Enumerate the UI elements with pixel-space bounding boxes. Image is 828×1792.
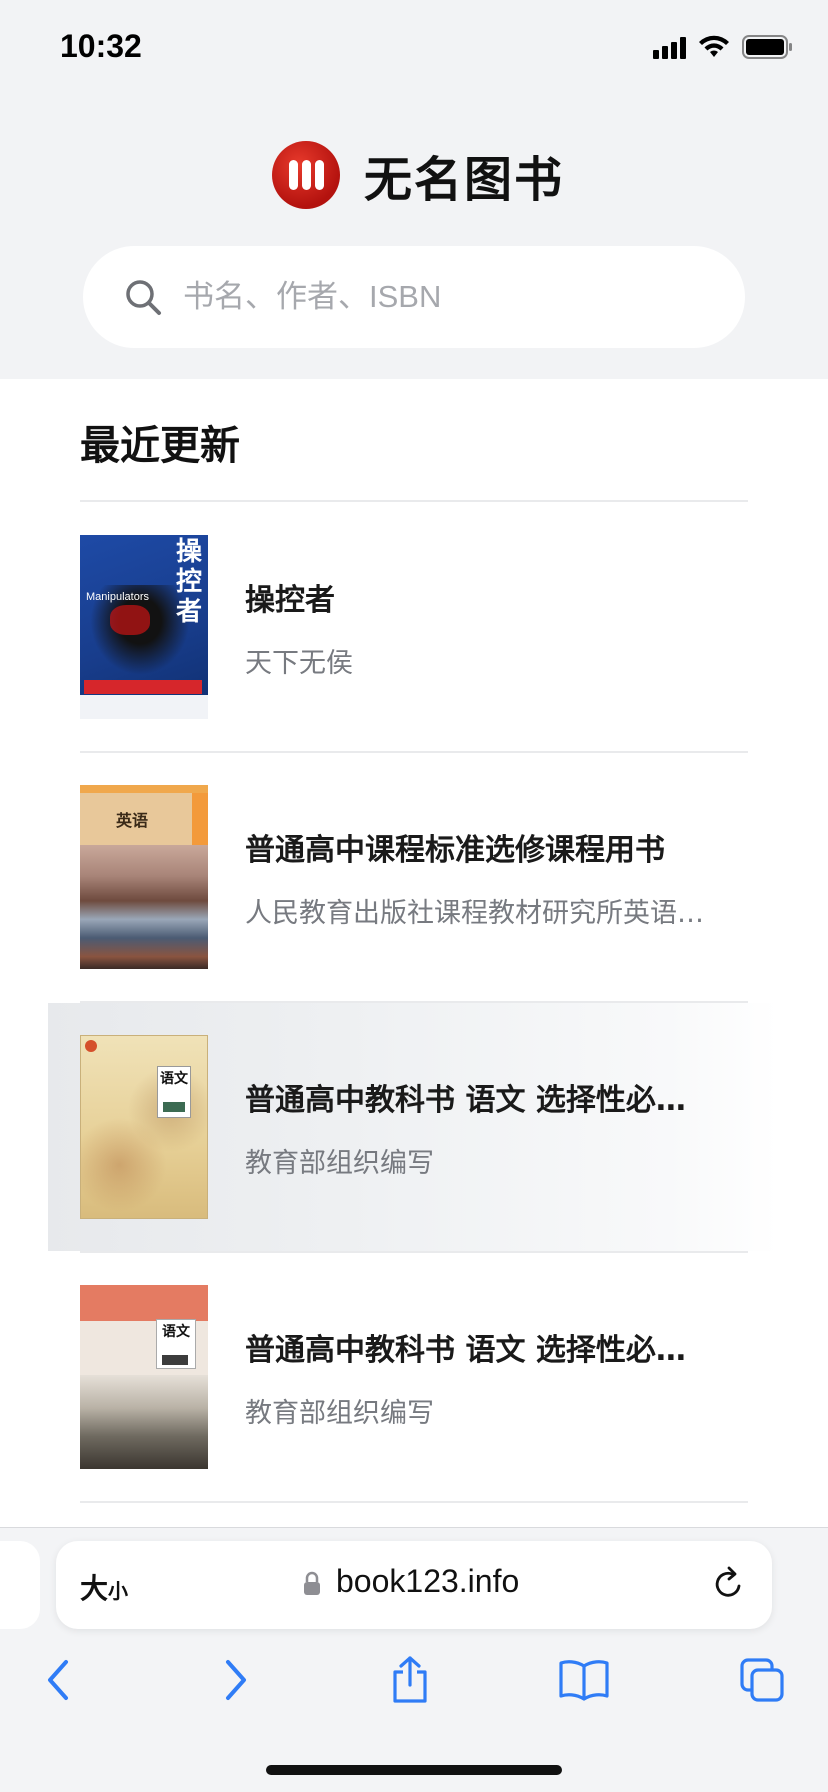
tabs-icon	[740, 1658, 784, 1702]
book-author: 教育部组织编写	[245, 1397, 434, 1429]
status-bar: 10:32	[0, 0, 828, 100]
divider	[80, 1501, 748, 1503]
book-author: 人民教育出版社课程教材研究所英语…	[245, 897, 704, 929]
status-icons	[653, 34, 794, 60]
url-text[interactable]: book123.info	[336, 1563, 519, 1600]
search-icon	[126, 280, 161, 315]
book-title: 普通高中课程标准选修课程用书	[245, 832, 665, 868]
book-title: 普通高中教科书 语文 选择性必…	[245, 1332, 686, 1368]
previous-tab-preview[interactable]	[0, 1541, 40, 1629]
search-box[interactable]	[83, 246, 745, 348]
book-author: 教育部组织编写	[245, 1147, 434, 1179]
share-button[interactable]	[380, 1650, 440, 1710]
bookmarks-button[interactable]	[554, 1650, 614, 1710]
brand[interactable]: 无名图书	[272, 140, 564, 210]
address-bar[interactable]: 大小 book123.info	[56, 1541, 772, 1629]
forward-icon	[226, 1660, 246, 1700]
signal-icon	[653, 35, 686, 59]
book-info: 普通高中教科书 语文 选择性必… 教育部组织编写	[245, 1325, 725, 1430]
back-button[interactable]	[28, 1650, 88, 1710]
book-author: 天下无侯	[245, 647, 353, 679]
wifi-icon	[698, 35, 730, 59]
book-item[interactable]: 语文 普通高中教科书 语文 选择性必… 教育部组织编写	[80, 1253, 748, 1501]
book-cover: 英语	[80, 785, 208, 969]
forward-button[interactable]	[206, 1650, 266, 1710]
status-time: 10:32	[60, 28, 142, 64]
book-item[interactable]: 英语 普通高中课程标准选修课程用书 人民教育出版社课程教材研究所英语…	[80, 753, 748, 1001]
book-item[interactable]: Manipulators 操控者 操控者 天下无侯	[80, 503, 748, 751]
book-cover: Manipulators 操控者	[80, 535, 208, 719]
tabs-button[interactable]	[732, 1650, 792, 1710]
book-cover: 语文	[80, 1035, 208, 1219]
lock-icon	[304, 1571, 320, 1595]
section-title: 最近更新	[80, 422, 240, 469]
divider	[80, 500, 748, 502]
book-info: 普通高中课程标准选修课程用书 人民教育出版社课程教材研究所英语…	[245, 825, 725, 930]
book-title: 普通高中教科书 语文 选择性必…	[245, 1082, 686, 1118]
text-size-button[interactable]: 大小	[80, 1567, 128, 1607]
battery-icon	[742, 34, 794, 60]
book-info: 操控者 天下无侯	[245, 575, 725, 680]
brand-logo-icon	[272, 141, 340, 209]
book-info: 普通高中教科书 语文 选择性必… 教育部组织编写	[245, 1075, 725, 1180]
reload-icon[interactable]	[710, 1565, 746, 1603]
back-icon	[48, 1660, 68, 1700]
search-input[interactable]	[183, 267, 723, 327]
book-item[interactable]: 语文 普通高中教科书 语文 选择性必… 教育部组织编写	[48, 1003, 778, 1251]
brand-title: 无名图书	[364, 152, 565, 208]
share-icon	[393, 1656, 427, 1703]
book-title: 操控者	[245, 582, 335, 618]
home-indicator	[266, 1765, 562, 1775]
bookmarks-icon	[559, 1660, 609, 1701]
book-cover: 语文	[80, 1285, 208, 1469]
